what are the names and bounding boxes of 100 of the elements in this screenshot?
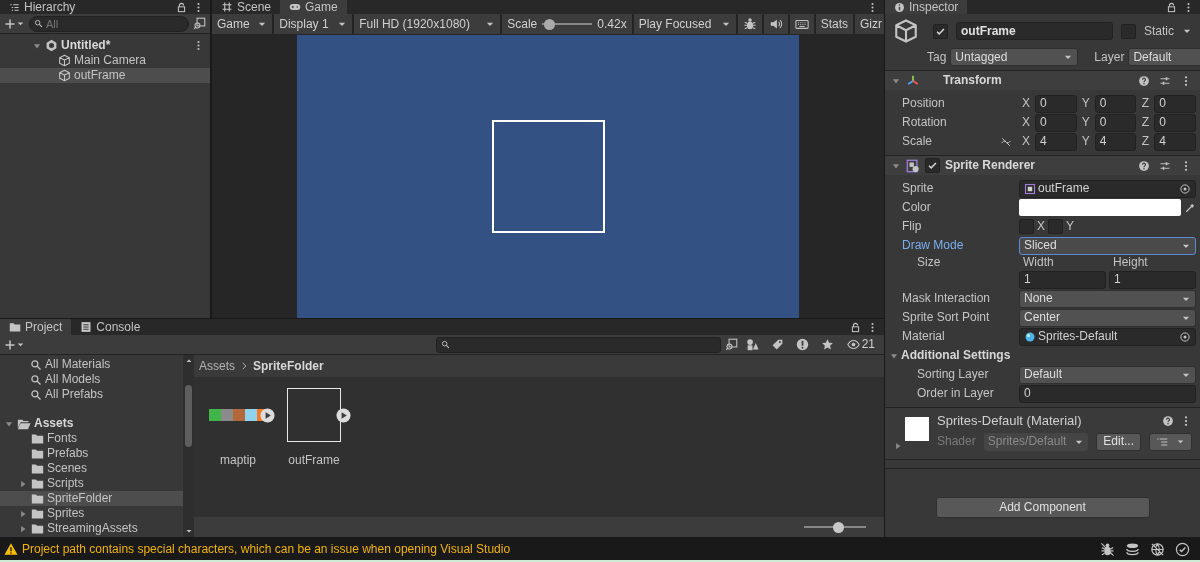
check-circle-icon[interactable] [1175, 541, 1190, 557]
number-field[interactable]: 1 [1109, 270, 1196, 289]
search-scope-icon[interactable] [193, 17, 206, 30]
lock-icon[interactable] [176, 1, 187, 13]
dropdown[interactable]: Display 1 [274, 14, 353, 34]
preset-icon[interactable] [1159, 159, 1171, 172]
layer-dropdown[interactable]: Default [1128, 48, 1200, 66]
arrow-up-icon[interactable] [184, 357, 193, 365]
folder-icon [31, 492, 44, 505]
bug-button[interactable] [737, 14, 762, 34]
hierarchy-item[interactable]: Main Camera [0, 53, 210, 68]
object-field[interactable]: Sprites-Default [1019, 327, 1196, 346]
lock-icon[interactable] [850, 321, 861, 333]
sprite-icon [1024, 182, 1036, 195]
number-field[interactable]: 4 [1094, 132, 1137, 151]
dropdown[interactable]: Center [1019, 308, 1196, 327]
breadcrumb-item[interactable]: Assets [199, 358, 235, 374]
favorite-item[interactable]: All Models [0, 372, 183, 387]
dropdown[interactable]: Default [1019, 365, 1196, 384]
dropdown[interactable]: Play Focused [633, 14, 736, 34]
shapes-icon [745, 338, 759, 351]
breadcrumb-item[interactable]: SpriteFolder [253, 358, 324, 374]
play-icon[interactable] [260, 408, 275, 423]
search-scope-icon[interactable] [724, 338, 738, 351]
active-checkbox[interactable] [933, 23, 948, 39]
help-icon[interactable] [1138, 74, 1150, 87]
number-field[interactable]: 4 [1154, 132, 1196, 151]
name-field[interactable]: outFrame [956, 22, 1113, 40]
panel-tab[interactable]: Project [0, 319, 72, 335]
options-button[interactable] [1149, 432, 1192, 451]
dropdown[interactable]: Full HD (1920x1080) [354, 14, 501, 34]
broken-link-icon[interactable] [1000, 135, 1012, 148]
number-field[interactable]: 0 [1154, 94, 1196, 113]
stats-button[interactable]: Stats [815, 14, 853, 34]
object-picker-icon[interactable] [1179, 182, 1191, 195]
asset-name[interactable]: outFrame [288, 453, 340, 468]
number-field[interactable]: 0 [1035, 94, 1077, 113]
expand-arrow[interactable] [18, 478, 28, 489]
component-title: Sprite Renderer [945, 158, 1036, 173]
folder-item[interactable]: Assets [0, 416, 183, 431]
keyboard-button[interactable] [789, 14, 814, 34]
search-field[interactable] [435, 336, 721, 353]
lock-icon[interactable] [1166, 1, 1177, 13]
arrow-down-icon[interactable] [184, 527, 193, 535]
number-field[interactable]: 0 [1019, 384, 1196, 403]
dropdown[interactable]: None [1019, 289, 1196, 308]
expand-arrow[interactable] [18, 523, 28, 534]
asset-name[interactable]: maptip [220, 453, 256, 468]
play-icon[interactable] [336, 408, 351, 423]
object-field[interactable]: outFrame [1019, 179, 1196, 198]
grid-icon [221, 1, 233, 13]
folder-item[interactable]: Scripts [0, 476, 183, 491]
scroll-thumb[interactable] [185, 385, 192, 447]
help-icon[interactable] [1138, 159, 1150, 172]
slider-thumb[interactable] [544, 18, 556, 30]
number-field[interactable]: 4 [1035, 132, 1077, 151]
number-field[interactable]: 0 [1035, 113, 1077, 132]
slider-thumb[interactable] [832, 521, 844, 533]
crossed-globe-icon[interactable] [1150, 541, 1165, 557]
stack-icon[interactable] [1125, 541, 1140, 557]
dropdown[interactable]: Game [212, 14, 273, 34]
scrollbar[interactable] [183, 355, 194, 537]
folder-item[interactable]: Scenes [0, 461, 183, 476]
eyedropper-icon[interactable] [1184, 201, 1196, 214]
number-field[interactable]: 0 [1094, 94, 1137, 113]
speaker-button[interactable] [763, 14, 788, 34]
favorite-item[interactable]: All Materials [0, 357, 183, 372]
tile-strip-drawing[interactable] [209, 409, 267, 421]
preset-icon[interactable] [1159, 74, 1171, 87]
crossed-bug-icon[interactable] [1100, 541, 1115, 557]
edit-button[interactable]: Edit... [1096, 432, 1141, 451]
folder-item[interactable]: SpriteFolder [0, 491, 183, 506]
color-field[interactable] [1019, 199, 1181, 216]
folder-item[interactable]: Prefabs [0, 446, 183, 461]
number-field[interactable]: 0 [1154, 113, 1196, 132]
folder-item[interactable]: Sprites [0, 506, 183, 521]
object-icon[interactable] [893, 18, 919, 44]
hierarchy-item[interactable]: outFrame [0, 68, 210, 83]
gizmos-button[interactable]: Gizr [855, 14, 884, 34]
folder-item[interactable]: Fonts [0, 431, 183, 446]
create-button[interactable] [4, 338, 25, 351]
enabled-checkbox[interactable] [925, 158, 940, 173]
search-field[interactable]: All [29, 15, 189, 32]
favorite-item[interactable]: All Prefabs [0, 387, 183, 402]
folder-item[interactable]: StreamingAssets [0, 521, 183, 536]
star-icon [820, 338, 834, 351]
help-icon[interactable] [1162, 414, 1174, 427]
tag-dropdown[interactable]: Untagged [950, 48, 1079, 66]
view-tab[interactable]: Game [280, 0, 347, 14]
scene-name[interactable]: Untitled* [61, 38, 111, 53]
square-frame[interactable] [287, 388, 341, 442]
dropdown[interactable]: Sliced [1019, 236, 1196, 255]
create-button[interactable] [4, 17, 25, 30]
expand-arrow[interactable] [893, 441, 903, 451]
object-picker-icon[interactable] [1179, 330, 1191, 343]
panel-tab[interactable]: Inspector [885, 0, 968, 14]
add-component-button[interactable]: Add Component [935, 497, 1150, 518]
number-field[interactable]: 0 [1094, 113, 1137, 132]
number-field[interactable]: 1 [1019, 270, 1106, 289]
expand-arrow[interactable] [18, 508, 28, 519]
